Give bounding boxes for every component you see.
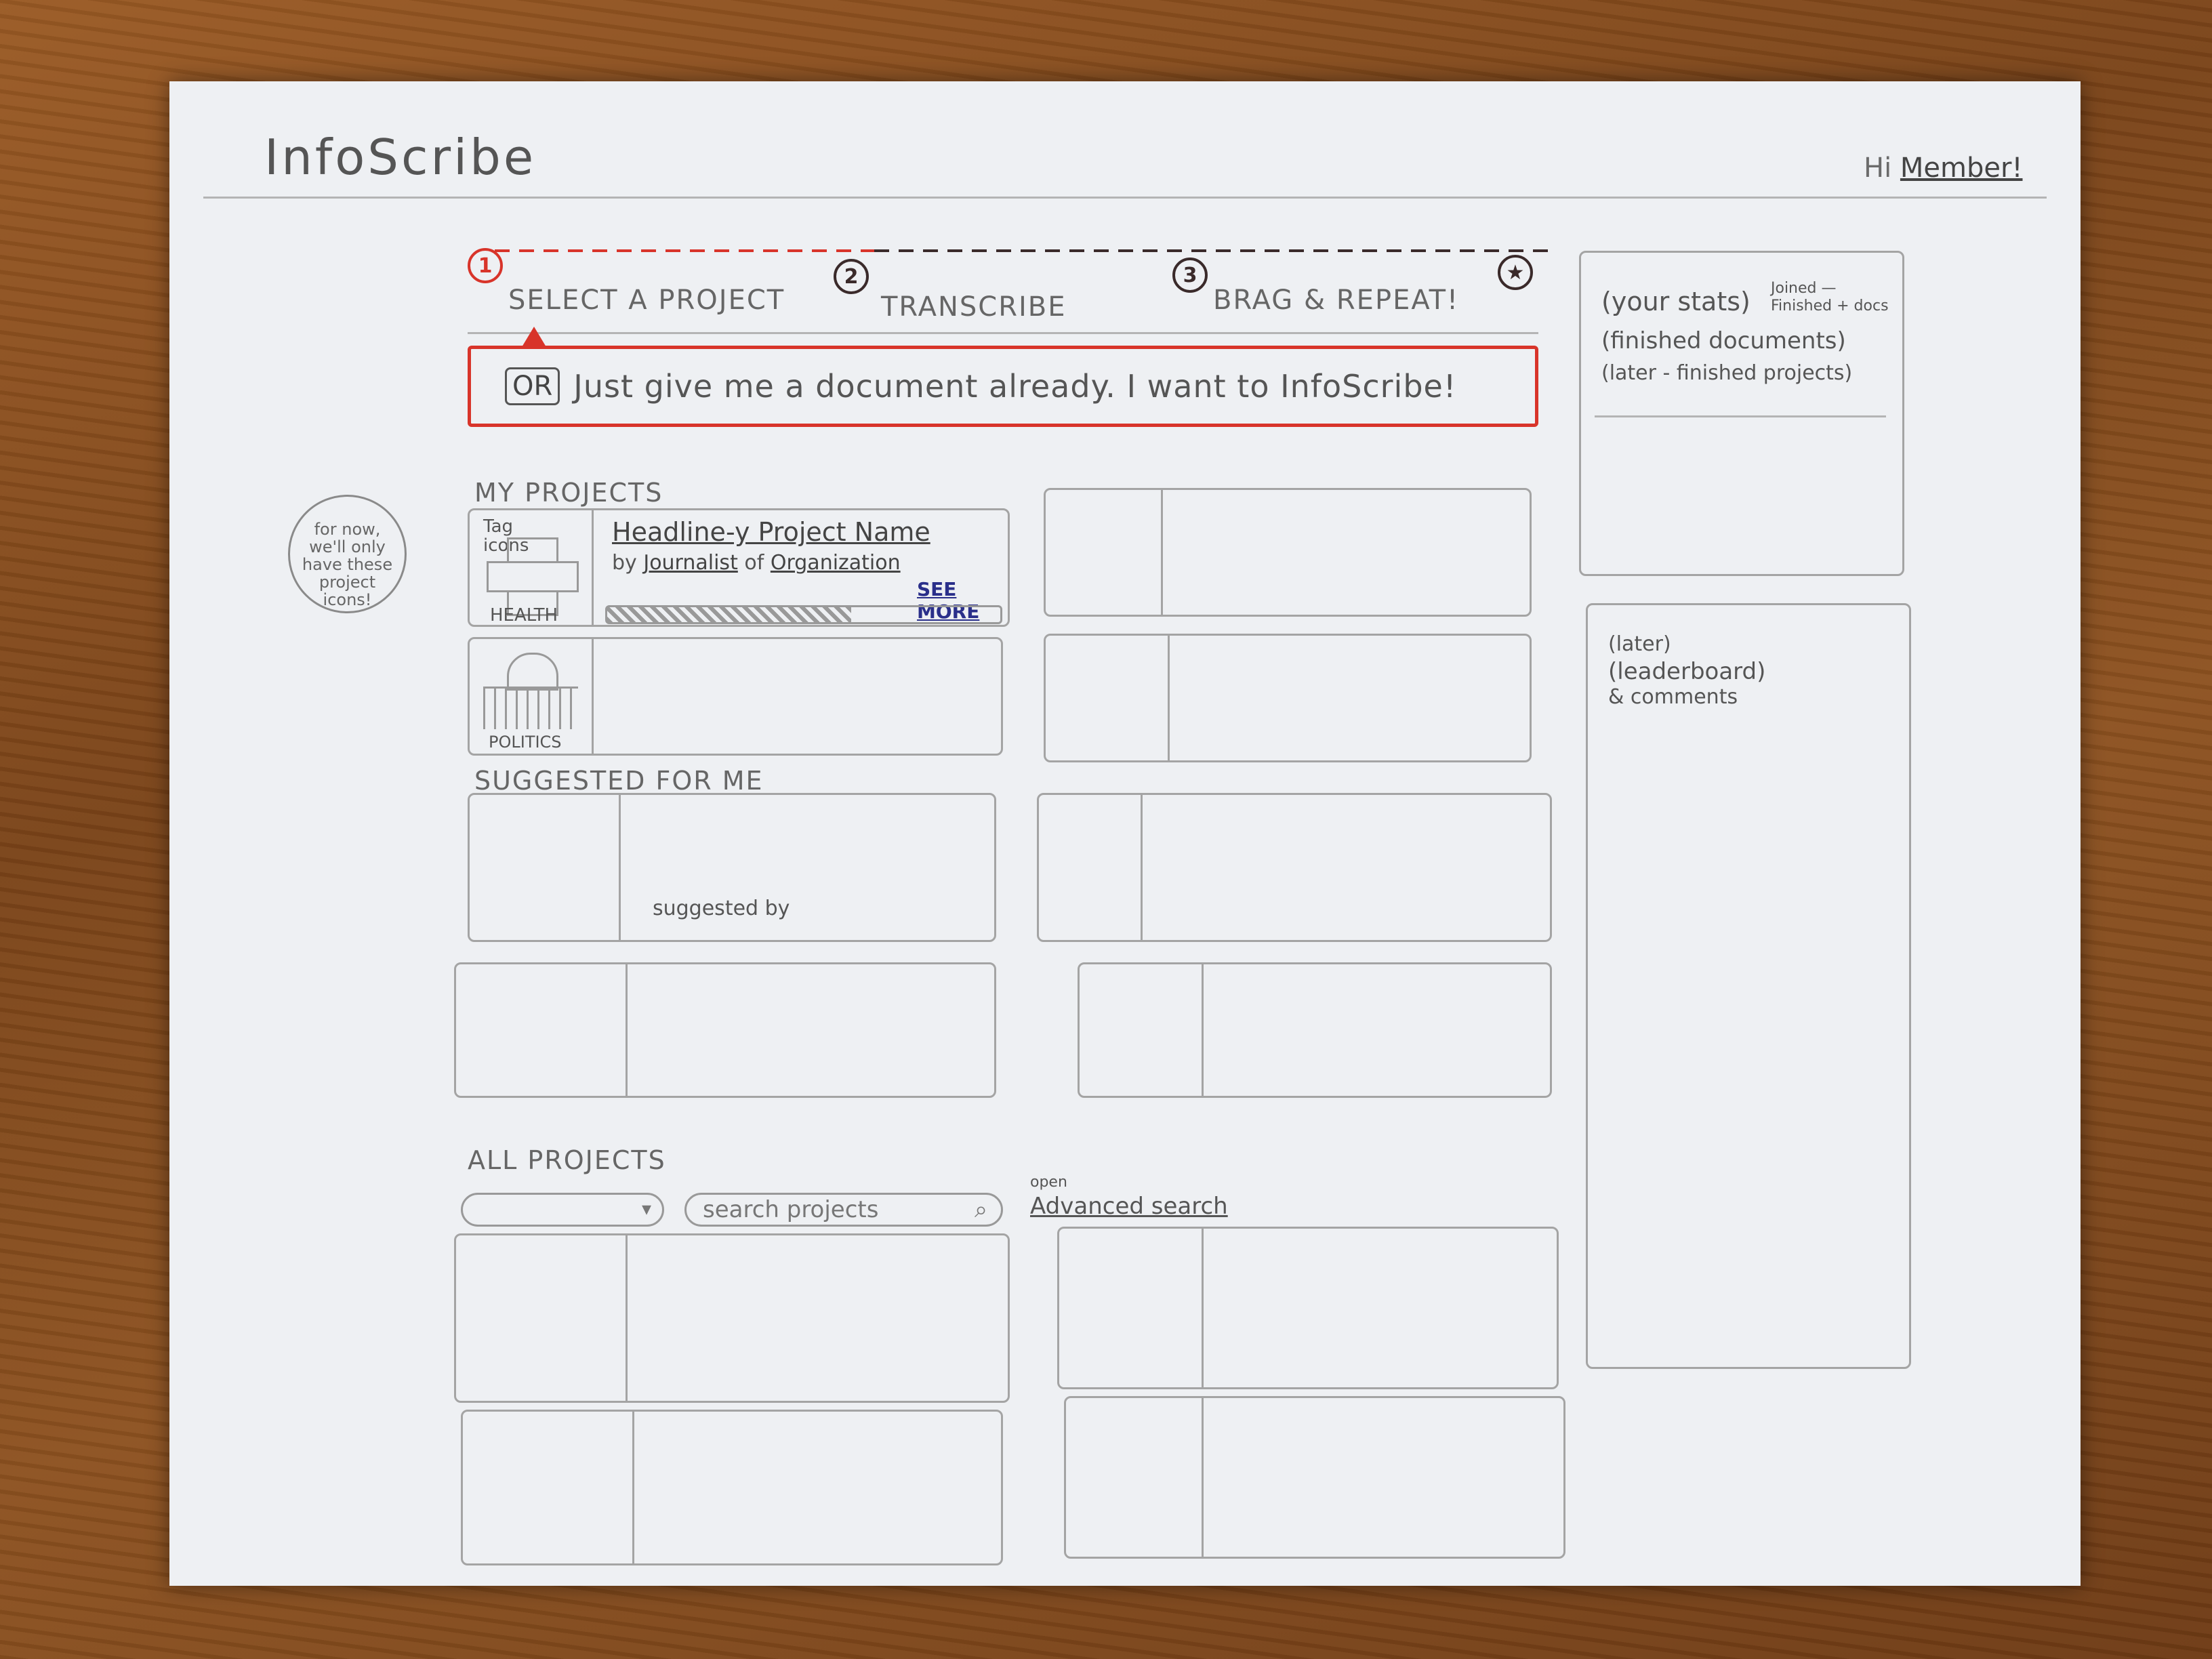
project-thumbnail: Tag icons HEALTH — [470, 510, 594, 626]
project-card[interactable] — [454, 1233, 1010, 1403]
steps-divider — [468, 332, 1538, 334]
project-headline-link[interactable]: Headline-y Project Name — [612, 517, 930, 547]
leaderboard-later: (later) — [1608, 632, 1671, 656]
chevron-down-icon: ▾ — [641, 1197, 651, 1220]
organization-link[interactable]: Organization — [771, 551, 901, 575]
step-progress-track — [495, 249, 1552, 252]
header-divider — [203, 197, 2047, 199]
stats-panel: (your stats) Joined — Finished + docs (f… — [1579, 251, 1904, 576]
side-note-bubble: for now, we'll only have these project i… — [288, 495, 407, 613]
project-thumbnail — [470, 795, 621, 940]
comments-title: & comments — [1608, 685, 1738, 709]
step-3-circle[interactable]: 3 — [1172, 258, 1208, 293]
all-projects-title: ALL PROJECTS — [468, 1145, 666, 1175]
cta-banner[interactable]: OR Just give me a document already. I wa… — [468, 346, 1538, 427]
project-progress-bar — [605, 605, 1002, 624]
byline-of: of — [744, 551, 764, 575]
journalist-link[interactable]: Journalist — [643, 551, 737, 575]
stats-divider — [1595, 415, 1886, 417]
step-1-circle[interactable]: 1 — [468, 248, 503, 283]
politics-label: POLITICS — [489, 733, 562, 752]
my-project-card-placeholder[interactable] — [1044, 634, 1532, 762]
my-project-card-placeholder[interactable] — [1044, 488, 1532, 617]
project-thumbnail — [1059, 1229, 1204, 1387]
byline-by: by — [612, 551, 637, 575]
capitol-icon — [507, 653, 558, 691]
project-thumbnail — [456, 1235, 628, 1401]
search-input[interactable]: search projects — [703, 1196, 878, 1223]
my-projects-title: MY PROJECTS — [474, 478, 663, 508]
project-thumbnail — [1046, 636, 1170, 760]
stats-line-finished-projects: (later - finished projects) — [1601, 361, 1853, 385]
suggested-card[interactable] — [454, 962, 996, 1098]
suggested-card[interactable] — [1037, 793, 1552, 942]
project-thumbnail — [1046, 490, 1163, 615]
project-progress-fill — [607, 607, 851, 622]
my-project-card-health[interactable]: Tag icons HEALTH Headline-y Project Name… — [468, 508, 1010, 627]
member-link[interactable]: Member! — [1900, 152, 2023, 184]
step-2-label[interactable]: TRANSCRIBE — [881, 291, 1067, 323]
search-icon[interactable]: ⌕ — [975, 1196, 987, 1223]
cta-or-badge: OR — [505, 367, 560, 405]
category-dropdown[interactable]: ▾ — [461, 1193, 664, 1227]
suggested-by-label: suggested by — [653, 897, 790, 920]
cta-text: Just give me a document already. I want … — [573, 368, 1457, 405]
project-card[interactable] — [1057, 1227, 1559, 1389]
user-greeting: Hi Member! — [1864, 152, 2023, 184]
step-3-label[interactable]: BRAG & REPEAT! — [1213, 285, 1459, 316]
step-2-circle[interactable]: 2 — [834, 259, 869, 294]
stats-title: (your stats) — [1601, 287, 1750, 316]
capitol-columns — [483, 687, 578, 729]
health-label: HEALTH — [490, 605, 558, 626]
project-thumbnail — [463, 1412, 634, 1563]
open-label: open — [1030, 1174, 1067, 1191]
my-project-card-politics[interactable]: POLITICS — [468, 637, 1003, 756]
greeting-prefix: Hi — [1864, 152, 1892, 184]
step-1-label[interactable]: SELECT A PROJECT — [508, 285, 785, 316]
stats-note: Joined — Finished + docs — [1771, 280, 1889, 314]
cta-pointer — [522, 327, 546, 347]
project-card[interactable] — [1064, 1396, 1565, 1559]
finish-icon: ★ — [1498, 255, 1533, 290]
project-thumbnail — [456, 964, 628, 1096]
project-thumbnail — [1080, 964, 1204, 1096]
project-thumbnail — [1066, 1398, 1204, 1557]
project-card[interactable] — [461, 1410, 1003, 1565]
leaderboard-panel: (later) (leaderboard) & comments — [1586, 603, 1911, 1369]
stats-line-finished-docs: (finished documents) — [1601, 327, 1846, 354]
suggested-card[interactable] — [1078, 962, 1552, 1098]
suggested-title: SUGGESTED FOR ME — [474, 766, 764, 796]
suggested-card[interactable]: suggested by — [468, 793, 996, 942]
advanced-search-link[interactable]: Advanced search — [1030, 1193, 1228, 1220]
paper-mockup: InfoScribe Hi Member! 1 2 3 ★ SELECT A P… — [169, 81, 2081, 1586]
cross-icon-bar — [487, 561, 579, 592]
app-logo[interactable]: InfoScribe — [264, 129, 536, 186]
leaderboard-title: (leaderboard) — [1608, 658, 1766, 685]
project-byline: by Journalist of Organization — [612, 551, 901, 575]
search-projects-field[interactable]: search projects ⌕ — [684, 1193, 1003, 1227]
project-thumbnail — [1039, 795, 1143, 940]
project-thumbnail: POLITICS — [470, 639, 594, 754]
